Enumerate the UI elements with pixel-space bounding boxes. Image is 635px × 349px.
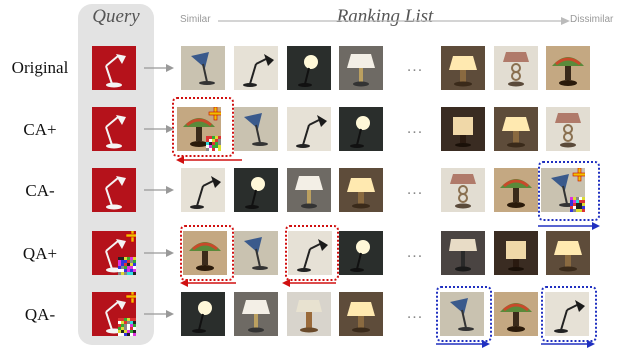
result-thumbnail	[183, 231, 227, 275]
row-label-original: Original	[11, 58, 69, 77]
query-image	[92, 168, 136, 212]
rank-shift-left-arrow	[180, 279, 236, 287]
result-thumbnail	[234, 107, 278, 151]
result-thumbnail	[494, 168, 538, 212]
result-thumbnail	[339, 168, 383, 212]
query-title: Query	[92, 6, 140, 27]
query-to-list-arrow	[144, 310, 174, 318]
result-thumbnail	[494, 292, 538, 336]
rank-shift-right-arrow	[541, 340, 595, 348]
row-label-qa-plus: QA+	[22, 244, 58, 263]
ellipsis: ...	[406, 305, 424, 322]
result-thumbnail	[546, 107, 590, 151]
query-to-list-arrow	[144, 186, 174, 194]
result-thumbnail	[441, 107, 485, 151]
query-to-list-arrow	[144, 125, 174, 133]
query-to-list-arrow	[144, 64, 174, 72]
result-thumbnail	[287, 107, 331, 151]
rank-shift-left-arrow	[282, 279, 336, 287]
result-thumbnail	[545, 292, 589, 336]
result-thumbnail	[339, 292, 383, 336]
result-thumbnail	[287, 46, 331, 90]
row-label-qa-minus: QA-	[24, 305, 56, 324]
result-thumbnail	[181, 46, 225, 90]
query-image	[92, 292, 136, 336]
query-image	[92, 46, 136, 90]
result-thumbnail	[546, 231, 590, 275]
result-thumbnail	[494, 46, 538, 90]
ellipsis: ...	[406, 120, 424, 137]
result-thumbnail	[339, 107, 383, 151]
query-image	[92, 107, 136, 151]
ellipsis: ...	[406, 244, 424, 261]
result-thumbnail	[494, 231, 538, 275]
query-image	[92, 231, 136, 275]
result-thumbnail	[339, 231, 383, 275]
similar-label: Similar	[180, 14, 211, 25]
rank-shift-left-arrow	[176, 156, 242, 164]
result-thumbnail	[441, 231, 485, 275]
query-to-list-arrow	[144, 249, 174, 257]
result-thumbnail	[287, 292, 331, 336]
result-thumbnail	[494, 107, 538, 151]
result-thumbnail	[440, 292, 484, 336]
result-thumbnail	[181, 292, 225, 336]
ellipsis: ...	[406, 58, 424, 75]
result-thumbnail	[339, 46, 383, 90]
row-label-ca-plus: CA+	[23, 120, 57, 139]
result-thumbnail	[181, 168, 225, 212]
result-thumbnail	[177, 107, 221, 151]
result-thumbnail	[234, 46, 278, 90]
result-thumbnail	[288, 231, 332, 275]
ranking-direction-arrow	[218, 17, 570, 25]
result-thumbnail	[234, 168, 278, 212]
result-thumbnail	[546, 46, 590, 90]
row-label-ca-minus: CA-	[25, 181, 55, 200]
result-thumbnail	[287, 168, 331, 212]
result-thumbnail	[234, 231, 278, 275]
result-thumbnail	[441, 168, 485, 212]
ellipsis: ...	[406, 181, 424, 198]
rank-shift-right-arrow	[436, 340, 490, 348]
rank-shift-right-arrow	[538, 222, 600, 230]
result-thumbnail	[541, 168, 585, 212]
result-thumbnail	[441, 46, 485, 90]
dissimilar-label: Dissimilar	[570, 14, 614, 25]
result-thumbnail	[234, 292, 278, 336]
